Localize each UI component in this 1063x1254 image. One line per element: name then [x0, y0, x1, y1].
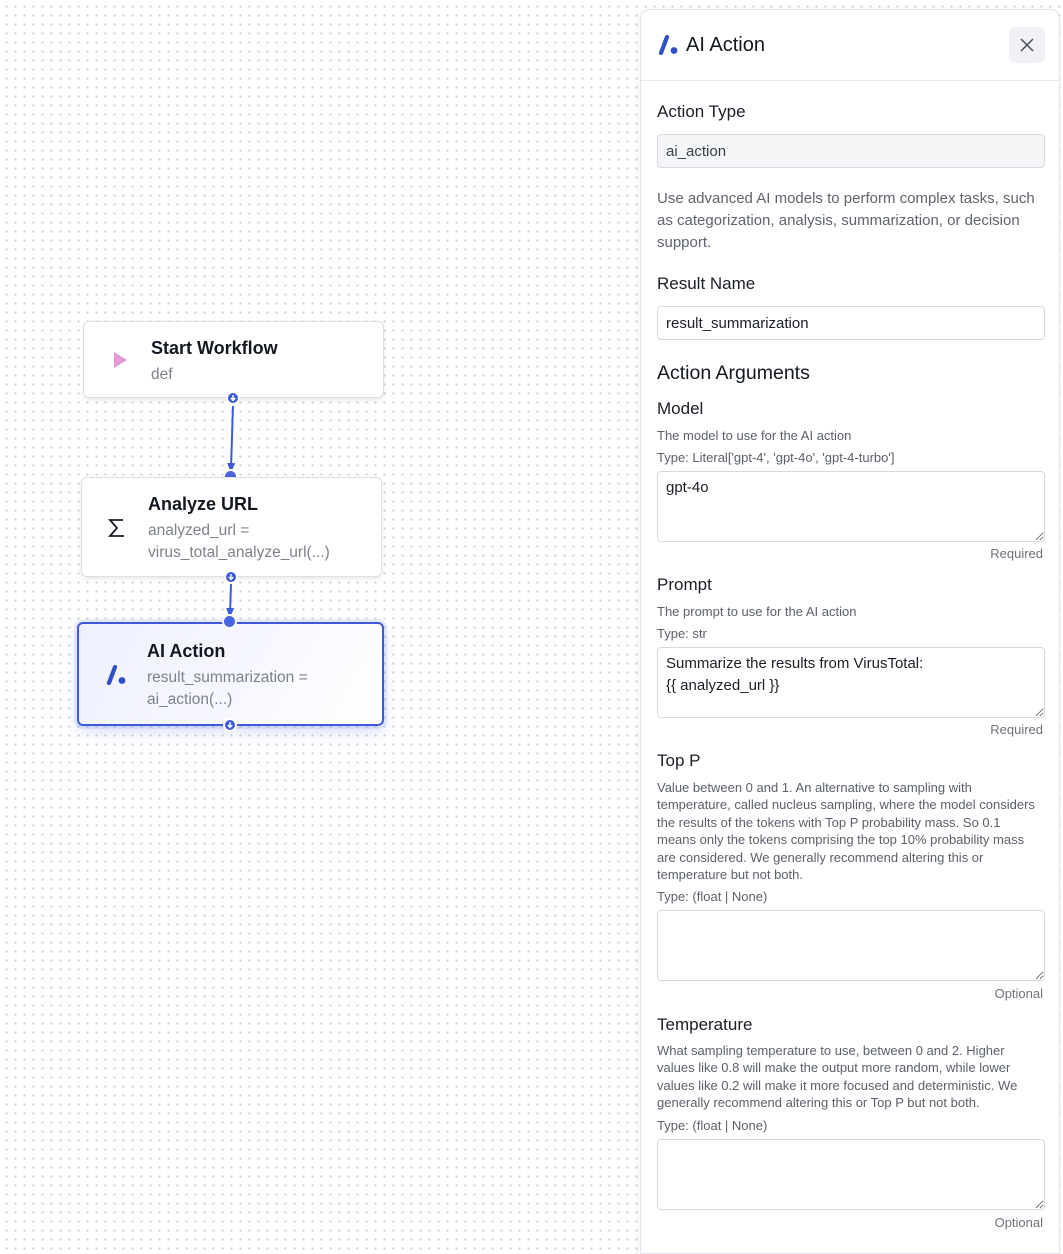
arg-temperature-type: Type: (float | None) — [657, 1118, 768, 1133]
arg-model-type: Type: Literal['gpt-4', 'gpt-4o', 'gpt-4-… — [657, 450, 895, 465]
arg-prompt-requirement: Required — [990, 722, 1043, 737]
close-icon — [1020, 38, 1034, 52]
node-subtitle: result_summarization = ai_action(...) — [147, 669, 308, 708]
workflow-canvas[interactable]: Start Workflow def Analyze URL analyzed_… — [0, 0, 640, 1254]
arg-prompt-label: Prompt — [657, 575, 712, 594]
arg-top-p-requirement: Optional — [994, 986, 1043, 1001]
panel-title: AI Action — [686, 34, 765, 56]
arg-temperature-requirement: Optional — [994, 1215, 1043, 1230]
arg-top-p-help: Value between 0 and 1. An alternative to… — [657, 780, 1035, 883]
node-title: AI Action — [147, 641, 226, 661]
play-icon — [112, 350, 128, 370]
arg-prompt-help: The prompt to use for the AI action — [657, 604, 857, 619]
arg-prompt-input[interactable]: Summarize the results from VirusTotal: {… — [657, 647, 1045, 718]
node-subtitle: analyzed_url = virus_total_analyze_url(.… — [148, 522, 330, 561]
arg-model-help: The model to use for the AI action — [657, 428, 852, 443]
arg-temperature-input[interactable] — [657, 1139, 1045, 1210]
ai-logo-icon — [658, 34, 680, 60]
arg-top-p-type: Type: (float | None) — [657, 889, 768, 904]
action-type-field — [657, 134, 1045, 168]
node-title: Start Workflow — [151, 338, 278, 358]
node-title: Analyze URL — [148, 494, 259, 514]
action-description: Use advanced AI models to perform comple… — [657, 190, 1035, 251]
close-button[interactable] — [1009, 27, 1045, 63]
node-start-workflow[interactable]: Start Workflow def — [83, 321, 384, 398]
edge-analyze-to-ai — [226, 583, 235, 618]
arg-temperature-label: Temperature — [657, 1015, 753, 1034]
result-name-field[interactable] — [657, 306, 1045, 340]
node-analyze-url[interactable]: Analyze URL analyzed_url = virus_total_a… — [81, 477, 382, 577]
arg-model-label: Model — [657, 399, 704, 418]
node-ai-action[interactable]: AI Action result_summarization = ai_acti… — [77, 622, 384, 726]
edge-start-to-analyze — [227, 405, 236, 473]
source-handle-ai[interactable] — [223, 718, 237, 732]
panel-header: AI Action — [641, 10, 1059, 81]
source-handle-analyze[interactable] — [224, 570, 238, 584]
ai-logo-icon — [105, 664, 129, 686]
arg-top-p-label: Top P — [657, 751, 701, 770]
action-details-panel: AI Action Action Type Use advanced AI mo… — [640, 9, 1060, 1254]
result-name-label: Result Name — [657, 274, 756, 293]
arg-model-requirement: Required — [990, 546, 1043, 561]
action-type-label: Action Type — [657, 102, 746, 121]
source-handle-start[interactable] — [226, 391, 240, 405]
arg-top-p-input[interactable] — [657, 910, 1045, 981]
arg-model-input[interactable]: gpt-4o — [657, 471, 1045, 542]
action-arguments-heading: Action Arguments — [657, 362, 810, 384]
sigma-icon — [106, 517, 128, 539]
node-subtitle: def — [151, 366, 173, 383]
arg-temperature-help: What sampling temperature to use, betwee… — [657, 1043, 1018, 1111]
arg-prompt-type: Type: str — [657, 626, 707, 641]
target-handle-ai[interactable] — [222, 614, 237, 629]
